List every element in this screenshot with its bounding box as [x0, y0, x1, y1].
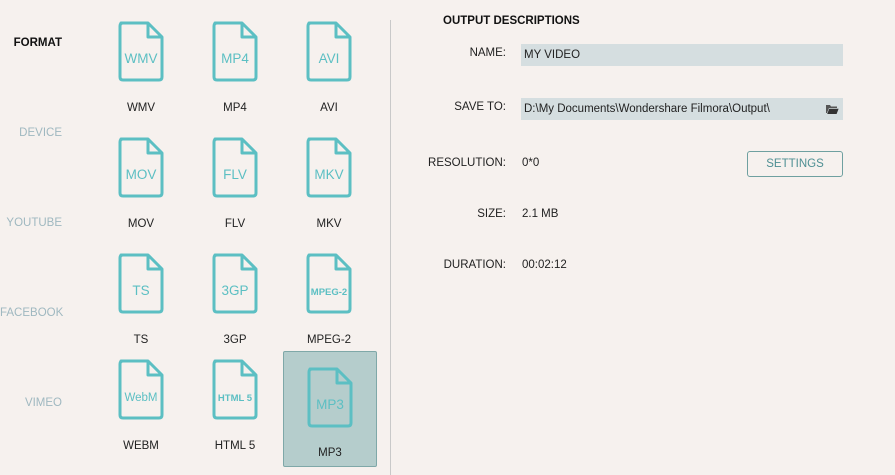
file-icon: WMV — [118, 21, 164, 82]
format-icon-text: HTML 5 — [218, 393, 253, 404]
settings-button[interactable]: SETTINGS — [747, 151, 843, 177]
file-icon: WebM — [118, 359, 164, 420]
format-icon-text: MKV — [314, 167, 343, 182]
format-icon-text: AVI — [319, 51, 340, 66]
format-tile-mpeg-2[interactable]: MPEG-2 MPEG-2 — [282, 246, 376, 362]
file-icon: 3GP — [212, 253, 258, 314]
file-icon: TS — [118, 253, 164, 314]
category-vimeo[interactable]: VIMEO — [0, 397, 62, 409]
format-label: MOV — [127, 218, 155, 230]
format-label: TS — [133, 334, 149, 346]
format-label: MP4 — [223, 102, 247, 114]
category-format[interactable]: FORMAT — [0, 37, 62, 49]
panel-divider — [390, 20, 391, 475]
format-tile-mov[interactable]: MOV MOV — [94, 130, 188, 246]
file-icon: MOV — [118, 137, 164, 198]
format-icon-text: MP4 — [221, 51, 249, 66]
name-field[interactable] — [521, 44, 843, 66]
format-tile-mp3[interactable]: MP3 MP3 — [283, 351, 377, 467]
category-facebook[interactable]: FACEBOOK — [0, 307, 63, 319]
file-icon: FLV — [212, 137, 258, 198]
file-icon: MP3 — [307, 367, 353, 428]
format-tile-ts[interactable]: TS TS — [94, 246, 188, 362]
format-icon-text: FLV — [223, 167, 247, 182]
file-icon: MP4 — [212, 21, 258, 82]
output-descriptions-title: OUTPUT DESCRIPTIONS — [443, 15, 580, 27]
format-tile-mkv[interactable]: MKV MKV — [282, 130, 376, 246]
format-label: AVI — [320, 102, 338, 114]
resolution-label: RESOLUTION: — [428, 157, 506, 169]
file-icon: HTML 5 — [212, 359, 258, 420]
file-icon: MPEG-2 — [306, 253, 352, 314]
folder-open-icon[interactable] — [825, 102, 839, 120]
format-label: MP3 — [318, 447, 342, 459]
format-icon-text: MOV — [126, 167, 157, 182]
save-to-field[interactable] — [521, 98, 843, 120]
format-tile-avi[interactable]: AVI AVI — [282, 14, 376, 130]
format-icon-text: 3GP — [221, 283, 248, 298]
name-label: NAME: — [469, 47, 506, 59]
duration-label: DURATION: — [443, 259, 506, 271]
format-tile-wmv[interactable]: WMV WMV — [94, 14, 188, 130]
category-youtube[interactable]: YOUTUBE — [0, 217, 62, 229]
size-value: 2.1 MB — [522, 208, 559, 220]
size-label: SIZE: — [477, 208, 506, 220]
format-tile-3gp[interactable]: 3GP 3GP — [188, 246, 282, 362]
format-label: 3GP — [223, 334, 247, 346]
file-icon: MKV — [306, 137, 352, 198]
format-icon-text: WMV — [125, 51, 158, 66]
format-icon-text: TS — [132, 283, 149, 298]
format-icon-text: MPEG-2 — [311, 287, 347, 298]
format-icon-text: WebM — [124, 392, 157, 404]
format-label: HTML 5 — [214, 440, 256, 452]
format-icon-text: MP3 — [316, 397, 344, 412]
save-to-label: SAVE TO: — [454, 101, 506, 113]
format-label: WMV — [126, 102, 156, 114]
file-icon: AVI — [306, 21, 352, 82]
format-label: MPEG-2 — [306, 334, 352, 346]
format-tile-webm[interactable]: WebM WEBM — [94, 352, 188, 468]
duration-value: 00:02:12 — [522, 259, 567, 271]
format-label: MKV — [316, 218, 342, 230]
format-tile-html-5[interactable]: HTML 5 HTML 5 — [188, 352, 282, 468]
format-tile-flv[interactable]: FLV FLV — [188, 130, 282, 246]
resolution-value: 0*0 — [522, 157, 540, 169]
category-device[interactable]: DEVICE — [0, 127, 62, 139]
format-tile-mp4[interactable]: MP4 MP4 — [188, 14, 282, 130]
format-label: WEBM — [123, 440, 159, 452]
format-label: FLV — [224, 218, 246, 230]
